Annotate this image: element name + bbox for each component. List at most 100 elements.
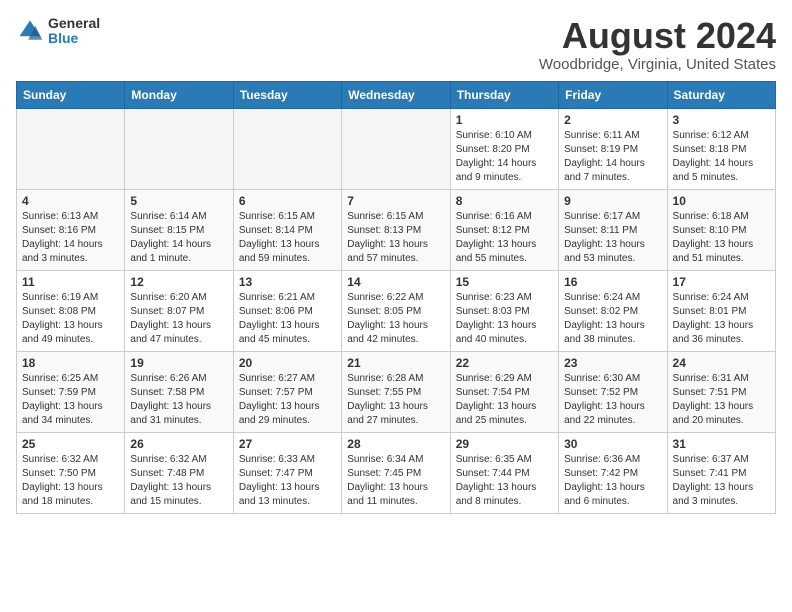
calendar-cell: 30 Sunrise: 6:36 AM Sunset: 7:42 PM Dayli…	[559, 432, 667, 513]
logo-blue-text: Blue	[48, 31, 100, 46]
calendar-cell: 9 Sunrise: 6:17 AM Sunset: 8:11 PM Daylig…	[559, 189, 667, 270]
day-number: 8	[456, 194, 553, 208]
day-detail: Sunrise: 6:34 AM Sunset: 7:45 PM Dayligh…	[347, 453, 444, 509]
day-number: 13	[239, 275, 336, 289]
calendar-cell: 10 Sunrise: 6:18 AM Sunset: 8:10 PM Dayli…	[667, 189, 775, 270]
day-detail: Sunrise: 6:11 AM Sunset: 8:19 PM Dayligh…	[564, 129, 661, 185]
calendar-cell: 2Sunrise: 6:11 AM Sunset: 8:19 PM Daylig…	[559, 108, 667, 189]
day-detail: Sunrise: 6:24 AM Sunset: 8:02 PM Dayligh…	[564, 291, 661, 347]
day-number: 23	[564, 356, 661, 370]
day-detail: Sunrise: 6:18 AM Sunset: 8:10 PM Dayligh…	[673, 210, 770, 266]
calendar-cell	[342, 108, 450, 189]
location-title: Woodbridge, Virginia, United States	[539, 56, 776, 73]
day-number: 28	[347, 437, 444, 451]
calendar-cell: 13 Sunrise: 6:21 AM Sunset: 8:06 PM Dayli…	[233, 270, 341, 351]
calendar-cell: 6 Sunrise: 6:15 AM Sunset: 8:14 PM Daylig…	[233, 189, 341, 270]
day-number: 31	[673, 437, 770, 451]
calendar-cell	[233, 108, 341, 189]
calendar-week-4: 18Sunrise: 6:25 AM Sunset: 7:59 PM Dayli…	[17, 351, 776, 432]
day-detail: Sunrise: 6:25 AM Sunset: 7:59 PM Dayligh…	[22, 372, 119, 428]
day-number: 25	[22, 437, 119, 451]
day-detail: Sunrise: 6:35 AM Sunset: 7:44 PM Dayligh…	[456, 453, 553, 509]
day-detail: Sunrise: 6:29 AM Sunset: 7:54 PM Dayligh…	[456, 372, 553, 428]
calendar-week-3: 11 Sunrise: 6:19 AM Sunset: 8:08 PM Dayli…	[17, 270, 776, 351]
calendar-cell: 17 Sunrise: 6:24 AM Sunset: 8:01 PM Dayli…	[667, 270, 775, 351]
day-number: 6	[239, 194, 336, 208]
day-detail: Sunrise: 6:28 AM Sunset: 7:55 PM Dayligh…	[347, 372, 444, 428]
calendar-week-1: 1 Sunrise: 6:10 AM Sunset: 8:20 PM Daylig…	[17, 108, 776, 189]
calendar-cell: 1 Sunrise: 6:10 AM Sunset: 8:20 PM Daylig…	[450, 108, 558, 189]
calendar-week-5: 25 Sunrise: 6:32 AM Sunset: 7:50 PM Dayli…	[17, 432, 776, 513]
calendar-cell: 12Sunrise: 6:20 AM Sunset: 8:07 PM Dayli…	[125, 270, 233, 351]
logo: General Blue	[16, 16, 100, 47]
day-number: 21	[347, 356, 444, 370]
calendar-cell	[125, 108, 233, 189]
calendar-table: SundayMondayTuesdayWednesdayThursdayFrid…	[16, 81, 776, 514]
header-wednesday: Wednesday	[342, 81, 450, 108]
calendar-cell: 20 Sunrise: 6:27 AM Sunset: 7:57 PM Dayli…	[233, 351, 341, 432]
header: General Blue August 2024 Woodbridge, Vir…	[16, 16, 776, 73]
calendar-cell: 8Sunrise: 6:16 AM Sunset: 8:12 PM Daylig…	[450, 189, 558, 270]
day-number: 10	[673, 194, 770, 208]
calendar-cell: 28 Sunrise: 6:34 AM Sunset: 7:45 PM Dayli…	[342, 432, 450, 513]
day-detail: Sunrise: 6:30 AM Sunset: 7:52 PM Dayligh…	[564, 372, 661, 428]
calendar-cell: 23 Sunrise: 6:30 AM Sunset: 7:52 PM Dayli…	[559, 351, 667, 432]
day-number: 4	[22, 194, 119, 208]
day-detail: Sunrise: 6:14 AM Sunset: 8:15 PM Dayligh…	[130, 210, 227, 266]
day-detail: Sunrise: 6:15 AM Sunset: 8:14 PM Dayligh…	[239, 210, 336, 266]
calendar-cell: 21 Sunrise: 6:28 AM Sunset: 7:55 PM Dayli…	[342, 351, 450, 432]
header-friday: Friday	[559, 81, 667, 108]
day-number: 26	[130, 437, 227, 451]
day-detail: Sunrise: 6:36 AM Sunset: 7:42 PM Dayligh…	[564, 453, 661, 509]
day-number: 15	[456, 275, 553, 289]
header-tuesday: Tuesday	[233, 81, 341, 108]
day-number: 27	[239, 437, 336, 451]
day-number: 30	[564, 437, 661, 451]
day-number: 29	[456, 437, 553, 451]
day-detail: Sunrise: 6:26 AM Sunset: 7:58 PM Dayligh…	[130, 372, 227, 428]
calendar-cell: 4 Sunrise: 6:13 AM Sunset: 8:16 PM Daylig…	[17, 189, 125, 270]
day-detail: Sunrise: 6:19 AM Sunset: 8:08 PM Dayligh…	[22, 291, 119, 347]
calendar-cell: 25 Sunrise: 6:32 AM Sunset: 7:50 PM Dayli…	[17, 432, 125, 513]
day-detail: Sunrise: 6:27 AM Sunset: 7:57 PM Dayligh…	[239, 372, 336, 428]
calendar-cell: 27 Sunrise: 6:33 AM Sunset: 7:47 PM Dayli…	[233, 432, 341, 513]
day-detail: Sunrise: 6:32 AM Sunset: 7:50 PM Dayligh…	[22, 453, 119, 509]
day-number: 24	[673, 356, 770, 370]
day-number: 1	[456, 113, 553, 127]
day-number: 9	[564, 194, 661, 208]
calendar-cell: 7Sunrise: 6:15 AM Sunset: 8:13 PM Daylig…	[342, 189, 450, 270]
day-number: 16	[564, 275, 661, 289]
calendar-cell: 5Sunrise: 6:14 AM Sunset: 8:15 PM Daylig…	[125, 189, 233, 270]
day-detail: Sunrise: 6:33 AM Sunset: 7:47 PM Dayligh…	[239, 453, 336, 509]
calendar-cell: 16 Sunrise: 6:24 AM Sunset: 8:02 PM Dayli…	[559, 270, 667, 351]
calendar-cell: 15 Sunrise: 6:23 AM Sunset: 8:03 PM Dayli…	[450, 270, 558, 351]
day-number: 11	[22, 275, 119, 289]
header-saturday: Saturday	[667, 81, 775, 108]
day-detail: Sunrise: 6:32 AM Sunset: 7:48 PM Dayligh…	[130, 453, 227, 509]
logo-icon	[16, 17, 44, 45]
month-title: August 2024	[539, 16, 776, 56]
day-detail: Sunrise: 6:24 AM Sunset: 8:01 PM Dayligh…	[673, 291, 770, 347]
day-detail: Sunrise: 6:21 AM Sunset: 8:06 PM Dayligh…	[239, 291, 336, 347]
calendar-cell: 22Sunrise: 6:29 AM Sunset: 7:54 PM Dayli…	[450, 351, 558, 432]
calendar-cell: 29 Sunrise: 6:35 AM Sunset: 7:44 PM Dayli…	[450, 432, 558, 513]
day-detail: Sunrise: 6:17 AM Sunset: 8:11 PM Dayligh…	[564, 210, 661, 266]
header-thursday: Thursday	[450, 81, 558, 108]
day-number: 19	[130, 356, 227, 370]
day-detail: Sunrise: 6:10 AM Sunset: 8:20 PM Dayligh…	[456, 129, 553, 185]
day-number: 3	[673, 113, 770, 127]
day-detail: Sunrise: 6:20 AM Sunset: 8:07 PM Dayligh…	[130, 291, 227, 347]
calendar-cell: 19 Sunrise: 6:26 AM Sunset: 7:58 PM Dayli…	[125, 351, 233, 432]
header-sunday: Sunday	[17, 81, 125, 108]
calendar-cell: 3Sunrise: 6:12 AM Sunset: 8:18 PM Daylig…	[667, 108, 775, 189]
day-number: 7	[347, 194, 444, 208]
day-detail: Sunrise: 6:31 AM Sunset: 7:51 PM Dayligh…	[673, 372, 770, 428]
day-number: 20	[239, 356, 336, 370]
day-detail: Sunrise: 6:23 AM Sunset: 8:03 PM Dayligh…	[456, 291, 553, 347]
logo-text: General Blue	[48, 16, 100, 47]
day-number: 17	[673, 275, 770, 289]
title-area: August 2024 Woodbridge, Virginia, United…	[539, 16, 776, 73]
day-detail: Sunrise: 6:13 AM Sunset: 8:16 PM Dayligh…	[22, 210, 119, 266]
calendar-cell: 14Sunrise: 6:22 AM Sunset: 8:05 PM Dayli…	[342, 270, 450, 351]
header-monday: Monday	[125, 81, 233, 108]
